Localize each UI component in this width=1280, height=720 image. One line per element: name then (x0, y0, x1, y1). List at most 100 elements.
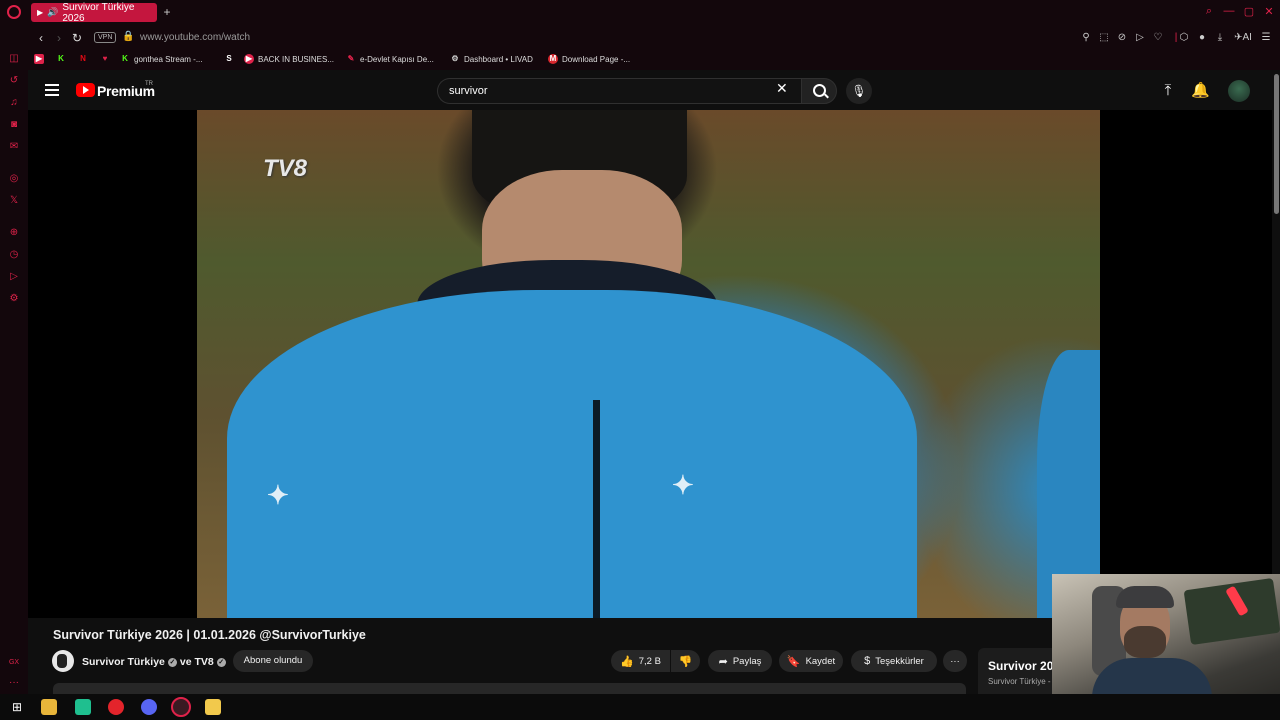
opera-gx-logo-icon[interactable] (7, 5, 21, 19)
share-label: Paylaş (732, 655, 762, 667)
minimize-icon[interactable]: — (1222, 5, 1236, 17)
search-input[interactable]: survivor (437, 78, 801, 104)
dislike-button[interactable]: 👎 (671, 650, 700, 672)
back-icon[interactable]: ‹ (34, 31, 48, 45)
thanks-label: Teşekkürler (875, 655, 924, 667)
bookmark-icon: 🔖 (786, 655, 801, 668)
windows-start-icon[interactable]: ⊞ (9, 699, 25, 715)
player-icon[interactable]: ▷ (1133, 32, 1147, 43)
extensions-icon[interactable]: ⬡ (1177, 32, 1191, 43)
subscribe-button[interactable]: Abone olundu (233, 650, 313, 672)
like-count: 7,2 B (638, 655, 661, 667)
bookmark-label: gonthea Stream -... (134, 54, 203, 64)
reload-icon[interactable]: ↻ (70, 31, 84, 45)
settings-icon[interactable]: ⚙ (7, 292, 21, 306)
region-code: TR (145, 81, 153, 87)
thanks-button[interactable]: $ Teşekkürler (851, 650, 937, 672)
youtube-logo-icon[interactable] (76, 83, 95, 97)
bookmark-label: BACK IN BUSINES... (258, 54, 335, 64)
file-explorer-icon[interactable] (41, 699, 57, 715)
bookmark-item[interactable]: ♥ (100, 54, 114, 64)
microphone-icon[interactable]: 🎙 (846, 78, 872, 104)
bookmark-item[interactable]: ▶ (34, 54, 48, 64)
edevlet-icon: ✎ (347, 54, 355, 63)
description-box[interactable] (53, 683, 966, 694)
tab-title: Survivor Türkiye 2026 (62, 1, 135, 24)
avatar[interactable] (1228, 80, 1250, 102)
opera-gx-icon[interactable] (171, 697, 191, 717)
bookmark-label: e-Devlet Kapısı De... (360, 54, 434, 64)
jacket-shape (227, 290, 917, 618)
vpn-badge[interactable]: VPN (94, 32, 117, 43)
download-icon[interactable]: ⤓ (1213, 32, 1227, 43)
close-icon[interactable]: ✕ (1262, 5, 1276, 18)
url-field[interactable]: www.youtube.com/watch (140, 32, 250, 43)
recommendation-card[interactable]: Survivor 20 Survivor Türkiye - (978, 648, 1052, 694)
menu-icon[interactable]: ☰ (1259, 32, 1273, 43)
kappa-logo-icon: ✦ (672, 470, 694, 500)
save-button[interactable]: 🔖 Kaydet (779, 650, 843, 672)
messenger-icon[interactable]: ◫ (7, 52, 21, 66)
aria-ai-button[interactable]: ✈AI (1231, 32, 1255, 43)
kappa-logo-icon: ✦ (267, 480, 289, 510)
lock-icon[interactable]: 🔒 (122, 31, 134, 42)
channel-joiner[interactable]: ve TV8 (180, 656, 214, 668)
video-frame[interactable]: ✦ ✦ TV8 (197, 110, 1100, 618)
x-icon[interactable]: 𝕏 (7, 194, 21, 208)
heart-icon[interactable]: ♡ (1151, 32, 1165, 43)
bookmark-item[interactable]: ✎ e-Devlet Kapısı De... (346, 54, 434, 64)
mega-icon: M (548, 54, 558, 64)
zipper-shape (593, 400, 600, 618)
bookmark-item[interactable]: ▶ BACK IN BUSINES... (244, 54, 334, 64)
more-icon[interactable]: ··· (7, 676, 21, 690)
gear-icon: ⚙ (451, 54, 459, 63)
search-value: survivor (449, 85, 488, 97)
add-icon[interactable]: ⊕ (7, 226, 21, 240)
pin-icon[interactable]: ⚲ (1079, 32, 1093, 43)
bookmark-item[interactable]: N (78, 54, 92, 64)
snapshot-icon[interactable]: ⬚ (1097, 32, 1111, 43)
share-button[interactable]: ➦ Paylaş (708, 650, 772, 672)
upload-icon[interactable]: ⤒ (1159, 82, 1177, 100)
bookmarks-bar: ▶ K N ♥ Kgonthea Stream -... S ▶ BACK IN … (28, 50, 1280, 70)
bookmark-item[interactable]: ⚙ Dashboard • LIVAD (450, 54, 533, 64)
new-tab-button[interactable]: + (161, 5, 173, 19)
bookmark-item[interactable]: Kgonthea Stream -... (120, 54, 202, 64)
scrollbar-thumb[interactable] (1274, 74, 1279, 214)
forward-icon[interactable]: › (52, 31, 66, 45)
bookmark-item[interactable]: S (224, 54, 238, 64)
channel-avatar[interactable] (52, 650, 74, 672)
search-button[interactable] (801, 78, 837, 104)
channel-name-line[interactable]: Survivor Türkiye ✓ ve TV8 ✓ (82, 656, 229, 668)
active-tab[interactable]: ▶ 🔊 Survivor Türkiye 2026 (31, 1, 157, 24)
browser-tabstrip: ▶ 🔊 Survivor Türkiye 2026 + ⌕ — ▢ ✕ (0, 0, 1280, 26)
gx-corner-label[interactable]: GX (7, 656, 21, 670)
speaker-icon[interactable]: 🔊 (47, 7, 58, 18)
like-button[interactable]: 👍 7,2 B (611, 650, 670, 672)
history-icon[interactable]: ↺ (7, 74, 21, 88)
notifications-icon[interactable]: 🔔 (1191, 82, 1210, 100)
bookmark-item[interactable]: M Download Page -... (548, 54, 630, 64)
whatsapp-icon[interactable]: ◙ (7, 118, 21, 132)
verified-icon: ✓ (167, 657, 177, 667)
music-icon[interactable]: ♫ (7, 96, 21, 110)
notes-icon[interactable] (205, 699, 221, 715)
more-actions-button[interactable]: ··· (943, 650, 967, 672)
bookmark-item[interactable]: K (56, 54, 70, 64)
instagram-icon[interactable]: ◎ (7, 172, 21, 186)
mail-icon[interactable]: ✉ (7, 140, 21, 154)
clear-search-icon[interactable]: ✕ (776, 81, 788, 95)
app-icon[interactable] (108, 699, 124, 715)
search-icon[interactable]: ⌕ (1202, 5, 1216, 18)
profile-icon[interactable]: ● (1195, 32, 1209, 43)
hamburger-menu-icon[interactable] (45, 84, 59, 96)
discord-icon[interactable] (141, 699, 157, 715)
clock-icon[interactable]: ◷ (7, 248, 21, 262)
channel-name[interactable]: Survivor Türkiye (82, 656, 165, 668)
app-icon[interactable] (75, 699, 91, 715)
pinboard-icon[interactable]: ▷ (7, 270, 21, 284)
maximize-icon[interactable]: ▢ (1242, 5, 1256, 18)
adblock-icon[interactable]: ⊘ (1115, 32, 1129, 43)
video-player[interactable]: ✦ ✦ TV8 (28, 110, 1272, 618)
bookmark-label: Dashboard • LIVAD (464, 54, 533, 64)
